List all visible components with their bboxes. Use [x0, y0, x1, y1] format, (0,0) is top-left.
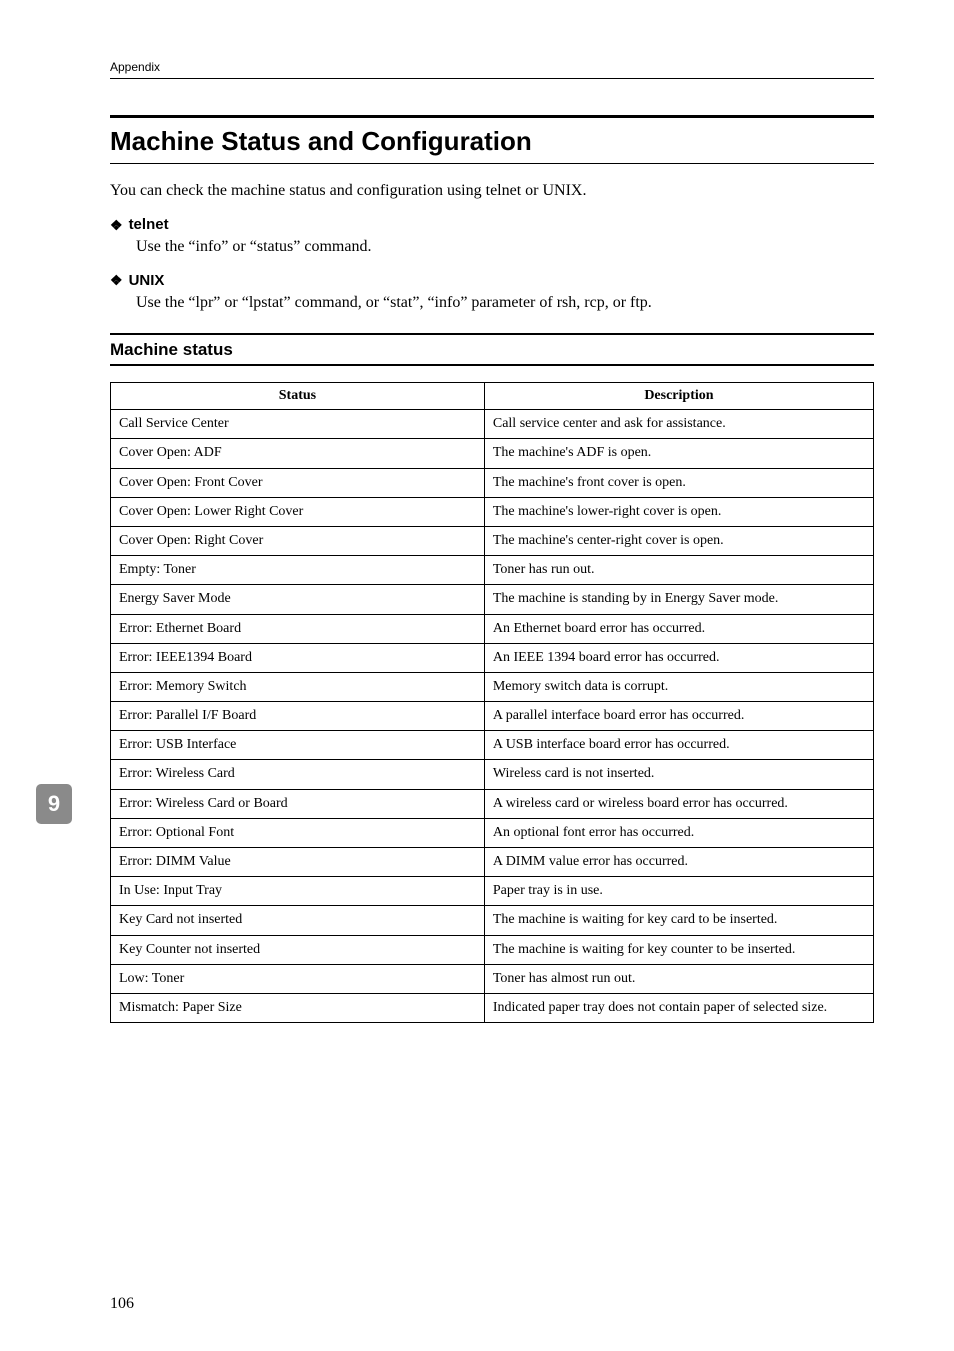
- diamond-icon: ❖: [110, 218, 123, 232]
- table-row: Cover Open: ADFThe machine's ADF is open…: [111, 439, 874, 468]
- status-cell: Error: Parallel I/F Board: [111, 702, 485, 731]
- table-row: Empty: TonerToner has run out.: [111, 556, 874, 585]
- status-cell: Cover Open: Right Cover: [111, 526, 485, 555]
- status-cell: Cover Open: Lower Right Cover: [111, 497, 485, 526]
- table-row: Error: Parallel I/F BoardA parallel inte…: [111, 702, 874, 731]
- description-cell: The machine's center-right cover is open…: [484, 526, 873, 555]
- table-header-row: Status Description: [111, 383, 874, 410]
- table-row: Error: Optional FontAn optional font err…: [111, 818, 874, 847]
- diamond-icon: ❖: [110, 273, 123, 287]
- table-row: Error: Ethernet BoardAn Ethernet board e…: [111, 614, 874, 643]
- description-cell: Toner has almost run out.: [484, 964, 873, 993]
- status-cell: Error: Wireless Card or Board: [111, 789, 485, 818]
- table-row: Error: DIMM ValueA DIMM value error has …: [111, 848, 874, 877]
- status-cell: Error: Ethernet Board: [111, 614, 485, 643]
- description-cell: Indicated paper tray does not contain pa…: [484, 993, 873, 1022]
- intro-paragraph: You can check the machine status and con…: [110, 182, 874, 200]
- table-row: Call Service CenterCall service center a…: [111, 410, 874, 439]
- description-cell: An Ethernet board error has occurred.: [484, 614, 873, 643]
- description-cell: The machine's ADF is open.: [484, 439, 873, 468]
- chapter-tab: 9: [36, 784, 72, 824]
- table-row: Key Counter not insertedThe machine is w…: [111, 935, 874, 964]
- table-row: Error: Wireless Card or BoardA wireless …: [111, 789, 874, 818]
- description-cell: A wireless card or wireless board error …: [484, 789, 873, 818]
- description-cell: Wireless card is not inserted.: [484, 760, 873, 789]
- table-row: In Use: Input TrayPaper tray is in use.: [111, 877, 874, 906]
- status-cell: Cover Open: ADF: [111, 439, 485, 468]
- status-cell: Error: USB Interface: [111, 731, 485, 760]
- table-row: Mismatch: Paper SizeIndicated paper tray…: [111, 993, 874, 1022]
- col-header-status: Status: [111, 383, 485, 410]
- description-cell: Toner has run out.: [484, 556, 873, 585]
- status-cell: Empty: Toner: [111, 556, 485, 585]
- status-cell: Key Counter not inserted: [111, 935, 485, 964]
- sub-telnet: ❖ telnet Use the “info” or “status” comm…: [110, 216, 874, 258]
- status-cell: Error: Memory Switch: [111, 672, 485, 701]
- table-row: Error: Memory SwitchMemory switch data i…: [111, 672, 874, 701]
- sub-telnet-body: Use the “info” or “status” command.: [136, 236, 874, 258]
- description-cell: The machine is waiting for key counter t…: [484, 935, 873, 964]
- table-row: Energy Saver ModeThe machine is standing…: [111, 585, 874, 614]
- description-cell: The machine is standing by in Energy Sav…: [484, 585, 873, 614]
- table-row: Low: TonerToner has almost run out.: [111, 964, 874, 993]
- section-title: Machine Status and Configuration: [110, 115, 874, 164]
- description-cell: A parallel interface board error has occ…: [484, 702, 873, 731]
- table-row: Error: Wireless CardWireless card is not…: [111, 760, 874, 789]
- page-number: 106: [110, 1295, 134, 1313]
- status-table: Status Description Call Service CenterCa…: [110, 382, 874, 1023]
- status-cell: Energy Saver Mode: [111, 585, 485, 614]
- description-cell: A DIMM value error has occurred.: [484, 848, 873, 877]
- table-title: Machine status: [110, 333, 874, 366]
- sub-unix-head: ❖ UNIX: [110, 272, 874, 289]
- status-cell: Mismatch: Paper Size: [111, 993, 485, 1022]
- description-cell: Call service center and ask for assistan…: [484, 410, 873, 439]
- description-cell: The machine's front cover is open.: [484, 468, 873, 497]
- description-cell: The machine's lower-right cover is open.: [484, 497, 873, 526]
- table-row: Error: USB InterfaceA USB interface boar…: [111, 731, 874, 760]
- sub-telnet-label: telnet: [129, 216, 169, 233]
- status-cell: Error: Wireless Card: [111, 760, 485, 789]
- status-cell: Error: IEEE1394 Board: [111, 643, 485, 672]
- description-cell: The machine is waiting for key card to b…: [484, 906, 873, 935]
- table-row: Cover Open: Front CoverThe machine's fro…: [111, 468, 874, 497]
- status-cell: Error: Optional Font: [111, 818, 485, 847]
- running-header: Appendix: [110, 60, 874, 79]
- table-row: Error: IEEE1394 BoardAn IEEE 1394 board …: [111, 643, 874, 672]
- description-cell: An optional font error has occurred.: [484, 818, 873, 847]
- description-cell: A USB interface board error has occurred…: [484, 731, 873, 760]
- status-cell: Key Card not inserted: [111, 906, 485, 935]
- description-cell: Memory switch data is corrupt.: [484, 672, 873, 701]
- status-cell: Low: Toner: [111, 964, 485, 993]
- status-cell: In Use: Input Tray: [111, 877, 485, 906]
- description-cell: Paper tray is in use.: [484, 877, 873, 906]
- table-row: Cover Open: Lower Right CoverThe machine…: [111, 497, 874, 526]
- sub-unix-label: UNIX: [129, 272, 165, 289]
- sub-telnet-head: ❖ telnet: [110, 216, 874, 233]
- col-header-description: Description: [484, 383, 873, 410]
- status-cell: Cover Open: Front Cover: [111, 468, 485, 497]
- sub-unix: ❖ UNIX Use the “lpr” or “lpstat” command…: [110, 272, 874, 314]
- table-row: Key Card not insertedThe machine is wait…: [111, 906, 874, 935]
- description-cell: An IEEE 1394 board error has occurred.: [484, 643, 873, 672]
- status-cell: Error: DIMM Value: [111, 848, 485, 877]
- status-cell: Call Service Center: [111, 410, 485, 439]
- table-row: Cover Open: Right CoverThe machine's cen…: [111, 526, 874, 555]
- sub-unix-body: Use the “lpr” or “lpstat” command, or “s…: [136, 292, 874, 314]
